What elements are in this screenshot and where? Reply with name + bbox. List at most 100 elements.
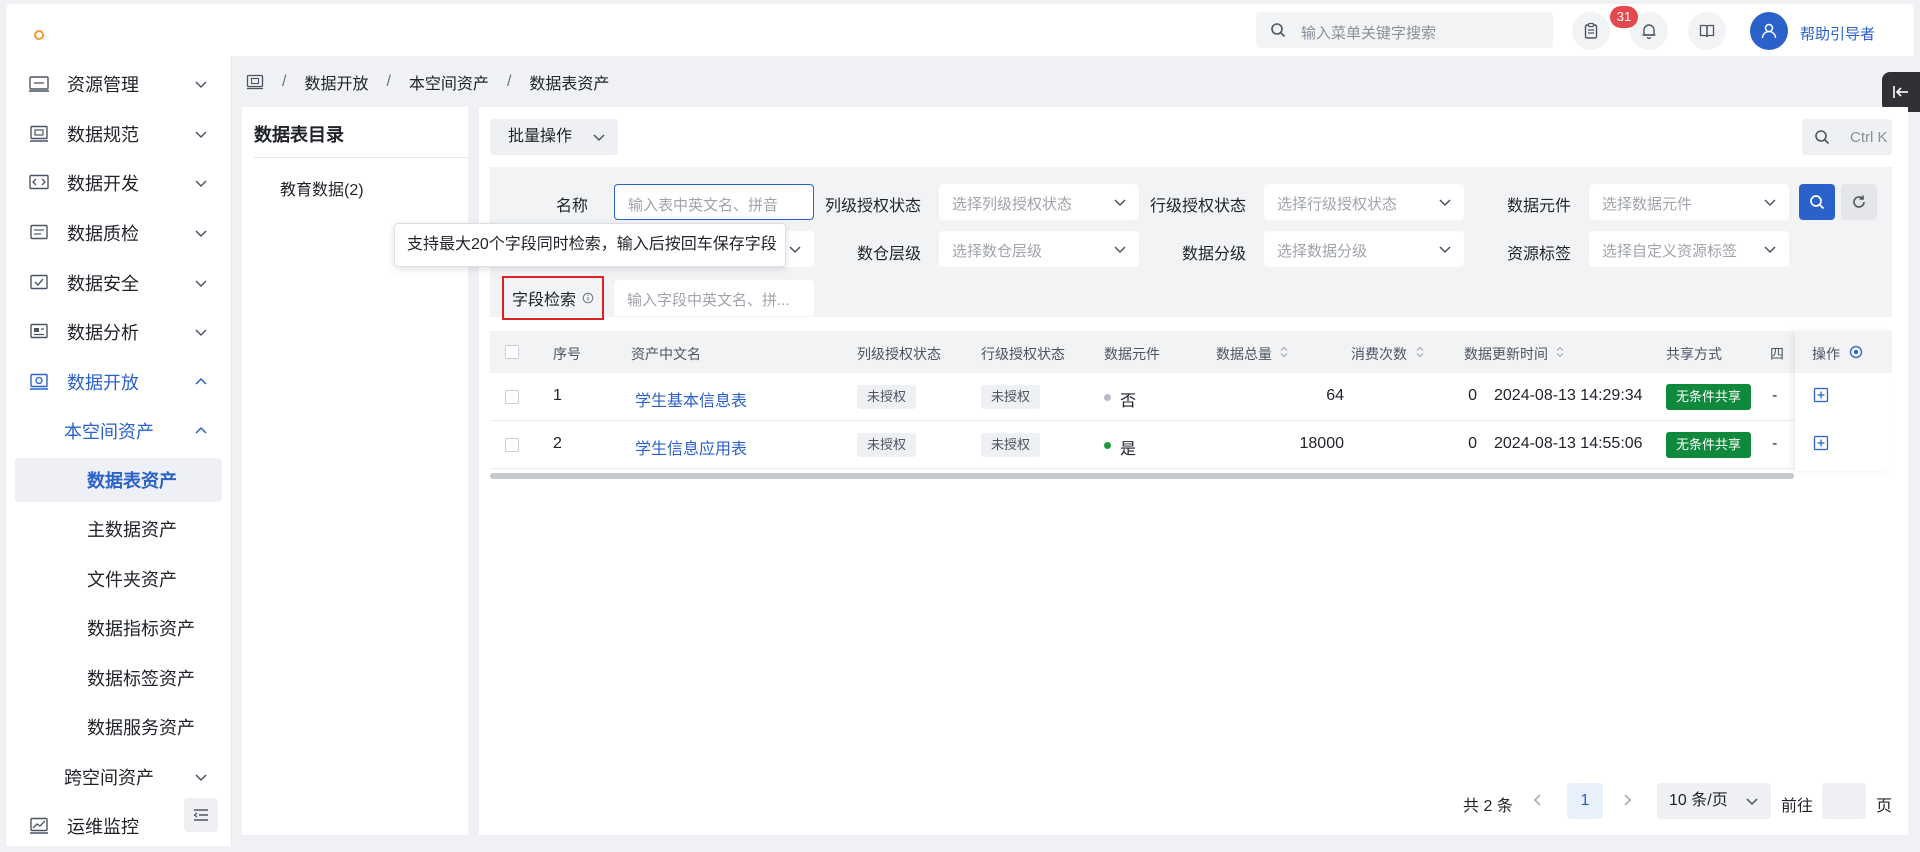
col-header: 数据元件 — [1104, 346, 1160, 362]
breadcrumb-separator: / — [506, 73, 512, 90]
col-header[interactable]: 消费次数 — [1351, 344, 1407, 364]
breadcrumb-item[interactable]: 本空间资产 — [409, 70, 489, 94]
sidebar-item-label: 数据质检 — [67, 224, 139, 244]
home-icon[interactable] — [246, 74, 264, 90]
search-icon — [1271, 23, 1286, 38]
prev-page-icon[interactable] — [1531, 793, 1545, 807]
field-search-input[interactable]: 输入字段中英文名、拼... — [614, 280, 814, 316]
table-row[interactable]: 1 学生基本信息表 未授权 未授权 否 64 0 2024-08-13 14:2… — [490, 373, 1892, 421]
asset-table: 序号 资产中文名 列级授权状态 行级授权状态 数据元件 数据总量 消费次数 数据… — [490, 331, 1892, 479]
sort-icon[interactable] — [1556, 346, 1564, 358]
col-header[interactable]: 数据总量 — [1216, 344, 1272, 364]
sidebar-item-standard[interactable]: 数据规范 — [6, 112, 231, 156]
table-row[interactable]: 2 学生信息应用表 未授权 未授权 是 18000 0 2024-08-13 1… — [490, 421, 1892, 469]
sidebar-item-space-assets[interactable]: 本空间资产 — [6, 409, 231, 453]
layer-label: 数仓层级 — [857, 246, 922, 263]
layer-select[interactable]: 选择数仓层级 — [939, 231, 1139, 267]
col-auth-select[interactable]: 选择列级授权状态 — [939, 184, 1139, 220]
bell-icon — [1642, 24, 1656, 40]
reset-button[interactable] — [1841, 184, 1877, 220]
sidebar-item-folder-assets[interactable]: 文件夹资产 — [6, 557, 231, 601]
sidebar-item-analysis[interactable]: 数据分析 — [6, 310, 231, 354]
goto-label: 前往 — [1781, 798, 1814, 815]
sidebar-collapse-button[interactable] — [184, 798, 218, 832]
sidebar-item-open[interactable]: 数据开放 — [6, 360, 231, 404]
quick-search-button[interactable]: Ctrl K — [1802, 119, 1892, 155]
sort-icon[interactable] — [1280, 346, 1288, 358]
user-avatar[interactable] — [1750, 12, 1788, 50]
element-select[interactable]: 选择数据元件 — [1589, 184, 1789, 220]
col-header: 列级授权状态 — [857, 346, 941, 362]
extra-value: - — [1772, 387, 1778, 404]
layer-placeholder: 选择数仓层级 — [952, 243, 1043, 260]
table-header: 序号 资产中文名 列级授权状态 行级授权状态 数据元件 数据总量 消费次数 数据… — [490, 331, 1892, 373]
chevron-down-icon — [789, 246, 801, 254]
sidebar-item-security[interactable]: 数据安全 — [6, 261, 231, 305]
asset-name-link[interactable]: 学生基本信息表 — [635, 387, 747, 411]
chevron-down-icon — [1764, 246, 1776, 254]
sidebar-item-metric-assets[interactable]: 数据指标资产 — [6, 606, 231, 650]
sidebar-item-table-assets[interactable]: 数据表资产 — [15, 458, 222, 502]
row-auth-tag: 未授权 — [981, 433, 1041, 457]
column-settings-icon[interactable] — [1849, 345, 1863, 359]
book-icon — [1699, 24, 1715, 38]
breadcrumb-separator: / — [282, 73, 287, 90]
update-time: 2024-08-13 14:55:06 — [1494, 435, 1643, 452]
apply-icon[interactable] — [1813, 387, 1829, 403]
row-auth-select[interactable]: 选择行级授权状态 — [1264, 184, 1464, 220]
sidebar-item-label: 数据开发 — [67, 174, 139, 194]
sidebar-item-resource[interactable]: 资源管理 — [6, 62, 231, 106]
asset-name-link[interactable]: 学生信息应用表 — [635, 435, 747, 459]
docs-button[interactable] — [1688, 12, 1726, 50]
col-header: 共享方式 — [1666, 346, 1722, 362]
sort-icon[interactable] — [1416, 346, 1424, 358]
shortcut-hint: Ctrl K — [1850, 129, 1888, 146]
user-name-link[interactable]: 帮助引导者 — [1800, 23, 1875, 44]
goto-page-input[interactable] — [1822, 783, 1866, 819]
name-filter-input[interactable]: 输入表中英文名、拼音 — [614, 184, 814, 220]
sidebar-item-service-assets[interactable]: 数据服务资产 — [6, 705, 231, 749]
tag-label: 资源标签 — [1507, 246, 1572, 263]
chevron-down-icon — [1114, 199, 1126, 207]
sidebar-item-tag-assets[interactable]: 数据标签资产 — [6, 656, 231, 700]
chevron-down-icon — [195, 131, 207, 139]
breadcrumb-item[interactable]: 数据开放 — [304, 70, 368, 94]
sidebar-item-master-assets[interactable]: 主数据资产 — [6, 507, 231, 551]
sidebar-item-label: 数据标签资产 — [87, 669, 195, 689]
side-panel-toggle[interactable] — [1882, 72, 1920, 112]
analysis-icon — [30, 323, 48, 339]
sidebar-item-label: 数据规范 — [67, 125, 139, 145]
menu-search-input[interactable]: 输入菜单关键字搜索 — [1256, 12, 1553, 48]
col-header: 操作 — [1812, 346, 1840, 362]
grade-placeholder: 选择数据分级 — [1277, 243, 1368, 260]
refresh-icon — [1853, 195, 1865, 208]
col-header[interactable]: 数据更新时间 — [1464, 344, 1548, 364]
sidebar-item-quality[interactable]: 数据质检 — [6, 211, 231, 255]
page-number-current[interactable]: 1 — [1567, 783, 1603, 819]
chevron-down-icon — [1439, 199, 1451, 207]
next-page-icon[interactable] — [1620, 793, 1634, 807]
info-icon[interactable] — [582, 292, 594, 304]
select-all-checkbox[interactable] — [505, 345, 519, 359]
horizontal-scrollbar[interactable] — [490, 473, 1794, 479]
tag-select[interactable]: 选择自定义资源标签 — [1589, 231, 1789, 267]
batch-operation-label: 批量操作 — [508, 128, 573, 145]
chevron-down-icon — [1114, 246, 1126, 254]
search-button[interactable] — [1799, 184, 1835, 220]
sidebar-item-develop[interactable]: 数据开发 — [6, 161, 231, 205]
catalog-node[interactable]: 教育数据(2) — [280, 176, 364, 200]
consume-count: 0 — [1468, 435, 1477, 452]
row-checkbox[interactable] — [505, 438, 519, 452]
sidebar-item-cross-space[interactable]: 跨空间资产 — [6, 755, 231, 799]
page-size-select[interactable]: 10 条/页 — [1657, 783, 1771, 819]
chevron-up-icon — [195, 426, 207, 434]
batch-operation-dropdown[interactable]: 批量操作 — [490, 119, 618, 155]
chevron-up-icon — [195, 377, 207, 385]
chevron-down-icon — [195, 329, 207, 337]
clipboard-button[interactable] — [1572, 12, 1610, 50]
apply-icon[interactable] — [1813, 435, 1829, 451]
notification-badge: 31 — [1610, 6, 1638, 28]
grade-select[interactable]: 选择数据分级 — [1264, 231, 1464, 267]
total-count: 共 2 条 — [1463, 798, 1513, 815]
row-checkbox[interactable] — [505, 390, 519, 404]
